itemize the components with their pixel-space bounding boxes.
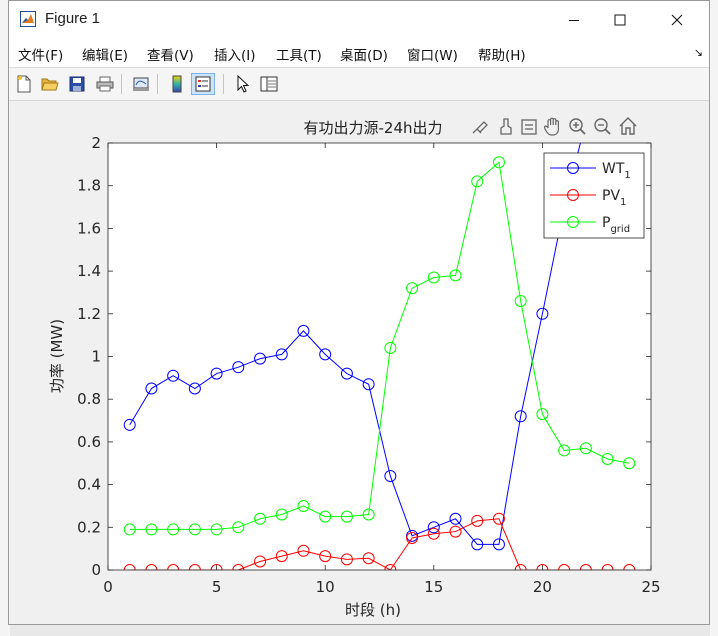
maximize-button[interactable]: [597, 1, 643, 39]
close-button[interactable]: [654, 1, 700, 39]
data-point: [602, 101, 613, 106]
x-tick-label: 15: [424, 578, 443, 596]
y-tick-label: 1: [91, 348, 101, 366]
axes-toolbar: [472, 117, 637, 136]
y-tick-label: 1.2: [77, 305, 101, 323]
menu-view[interactable]: 查看(V): [147, 44, 194, 64]
pan-icon[interactable]: [543, 117, 559, 136]
menu-desktop[interactable]: 桌面(D): [340, 44, 388, 64]
chart-title: 有功出力源-24h出力: [303, 119, 442, 137]
minimize-button[interactable]: [551, 1, 597, 39]
property-inspector-icon[interactable]: [257, 73, 281, 95]
x-tick-label: 25: [641, 578, 660, 596]
menu-help[interactable]: 帮助(H): [478, 44, 526, 64]
menu-tools[interactable]: 工具(T): [276, 44, 322, 64]
figure-toolbar: [9, 68, 709, 101]
x-axis-label: 时段 (h): [345, 601, 401, 619]
y-tick-label: 1.6: [77, 219, 101, 237]
menu-bar: 文件(F) 编辑(E) 查看(V) 插入(I) 工具(T) 桌面(D) 窗口(W…: [9, 39, 709, 68]
print-icon[interactable]: [93, 73, 117, 95]
data-tips-icon[interactable]: [521, 119, 537, 135]
zoom-out-icon[interactable]: [594, 118, 611, 135]
title-bar: Figure 1: [9, 1, 709, 39]
menu-insert[interactable]: 插入(I): [214, 44, 256, 64]
legend-entry-subscript: 1: [620, 197, 626, 208]
colorbar-icon[interactable]: [165, 73, 189, 95]
y-tick-label: 0: [91, 561, 101, 579]
x-tick-label: 0: [103, 578, 113, 596]
toolbar-separator: [157, 74, 158, 94]
toolbar-separator: [121, 74, 122, 94]
zoom-in-icon[interactable]: [569, 118, 586, 135]
menu-file[interactable]: 文件(F): [18, 44, 63, 64]
link-plot-icon[interactable]: [129, 73, 153, 95]
y-tick-label: 1.4: [77, 262, 101, 280]
toolbar-separator: [223, 74, 224, 94]
x-tick-label: 10: [316, 578, 335, 596]
y-tick-label: 2: [91, 134, 101, 152]
menu-overflow-arrow-icon[interactable]: ↘: [694, 46, 703, 59]
legend-entry-subscript: 1: [624, 170, 630, 181]
home-icon[interactable]: [619, 117, 637, 135]
x-tick-label: 5: [212, 578, 222, 596]
figure-canvas: 有功出力源-24h出力 0 5 10 15 20 25 0 0.2 0.4 0.…: [9, 101, 709, 624]
legend-entry-subscript: grid: [610, 224, 630, 235]
legend-icon[interactable]: [191, 73, 215, 95]
legend[interactable]: WT1PV1Pgrid: [543, 152, 645, 239]
open-file-icon[interactable]: [38, 73, 62, 95]
y-axis-label: 功率 (MW): [48, 319, 66, 393]
menu-window[interactable]: 窗口(W): [407, 44, 458, 64]
edit-plot-arrow-icon[interactable]: [231, 73, 255, 95]
y-tick-label: 0.6: [77, 433, 101, 451]
figure-window: Figure 1 文件(F) 编辑(E) 查看(V) 插入(I) 工具(T) 桌…: [8, 0, 710, 625]
y-tick-label: 0.2: [77, 518, 101, 536]
data-point: [624, 101, 635, 106]
new-figure-icon[interactable]: [12, 73, 36, 95]
menu-edit[interactable]: 编辑(E): [82, 44, 128, 64]
brush-icon[interactable]: [500, 118, 512, 135]
y-tick-label: 0.8: [77, 390, 101, 408]
background-right: [710, 0, 718, 636]
chart-svg: 有功出力源-24h出力 0 5 10 15 20 2500.20.40.60.8…: [48, 101, 661, 619]
y-tick-label: 1.8: [77, 177, 101, 195]
save-icon[interactable]: [65, 73, 89, 95]
y-tick-label: 0.4: [77, 476, 101, 494]
export-icon[interactable]: [472, 121, 488, 134]
window-title: Figure 1: [45, 10, 101, 27]
matlab-icon: [20, 11, 36, 27]
x-tick-label: 20: [533, 578, 552, 596]
